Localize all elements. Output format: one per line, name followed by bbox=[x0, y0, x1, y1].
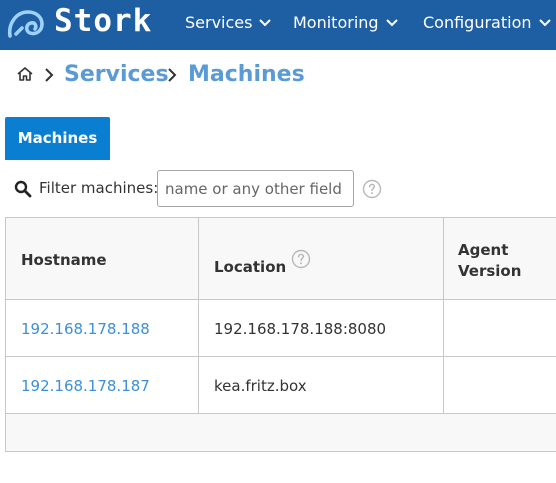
search-icon bbox=[14, 180, 32, 198]
location-cell: kea.fritz.box bbox=[199, 357, 444, 413]
agent-version-cell bbox=[444, 300, 556, 356]
hostname-cell: 192.168.178.187 bbox=[6, 357, 199, 413]
chevron-down-icon bbox=[259, 18, 272, 26]
nav-monitoring-menu[interactable]: Monitoring bbox=[293, 0, 399, 50]
help-icon[interactable] bbox=[291, 249, 311, 269]
column-header-agent-version[interactable]: Agent Version bbox=[444, 218, 556, 299]
chevron-down-icon bbox=[385, 18, 398, 26]
table-footer bbox=[6, 414, 556, 452]
nav-configuration-menu[interactable]: Configuration bbox=[423, 0, 552, 50]
stork-logo-icon bbox=[7, 10, 44, 38]
nav-configuration-label: Configuration bbox=[423, 13, 532, 32]
column-header-label: Hostname bbox=[21, 251, 107, 269]
column-header-location[interactable]: Location bbox=[199, 218, 444, 299]
chevron-down-icon bbox=[538, 18, 551, 26]
machines-table: Hostname Location Agent Version 192.168.… bbox=[5, 217, 556, 452]
tab-machines[interactable]: Machines bbox=[5, 117, 110, 160]
table-header-row: Hostname Location Agent Version bbox=[6, 217, 556, 300]
filter-machines-input[interactable] bbox=[157, 170, 354, 207]
home-icon[interactable] bbox=[16, 65, 34, 83]
location-text: 192.168.178.188:8080 bbox=[214, 320, 387, 338]
app-logo[interactable]: Stork bbox=[0, 0, 153, 50]
hostname-cell: 192.168.178.188 bbox=[6, 300, 199, 356]
hostname-link[interactable]: 192.168.178.188 bbox=[21, 320, 150, 338]
filter-bar: Filter machines: bbox=[14, 170, 554, 208]
nav-services-menu[interactable]: Services bbox=[185, 0, 272, 50]
agent-version-cell bbox=[444, 357, 556, 413]
column-header-hostname[interactable]: Hostname bbox=[6, 218, 199, 299]
column-header-label: Location bbox=[214, 258, 287, 276]
table-row: 192.168.178.187 kea.fritz.box bbox=[6, 357, 556, 414]
app-name: Stork bbox=[54, 3, 153, 39]
table-row: 192.168.178.188 192.168.178.188:8080 bbox=[6, 300, 556, 357]
help-icon[interactable] bbox=[362, 179, 382, 199]
nav-monitoring-label: Monitoring bbox=[293, 13, 379, 32]
top-navbar: Stork Services Monitoring Configuration bbox=[0, 0, 556, 50]
location-cell: 192.168.178.188:8080 bbox=[199, 300, 444, 356]
filter-label: Filter machines: bbox=[39, 179, 159, 197]
breadcrumb-machines[interactable]: Machines bbox=[188, 62, 305, 87]
chevron-right-icon bbox=[168, 68, 177, 82]
location-text: kea.fritz.box bbox=[214, 377, 307, 395]
breadcrumb-services[interactable]: Services bbox=[64, 62, 169, 87]
nav-services-label: Services bbox=[185, 13, 253, 32]
column-header-label: Agent Version bbox=[458, 241, 522, 280]
chevron-right-icon bbox=[45, 68, 54, 82]
hostname-link[interactable]: 192.168.178.187 bbox=[21, 377, 150, 395]
